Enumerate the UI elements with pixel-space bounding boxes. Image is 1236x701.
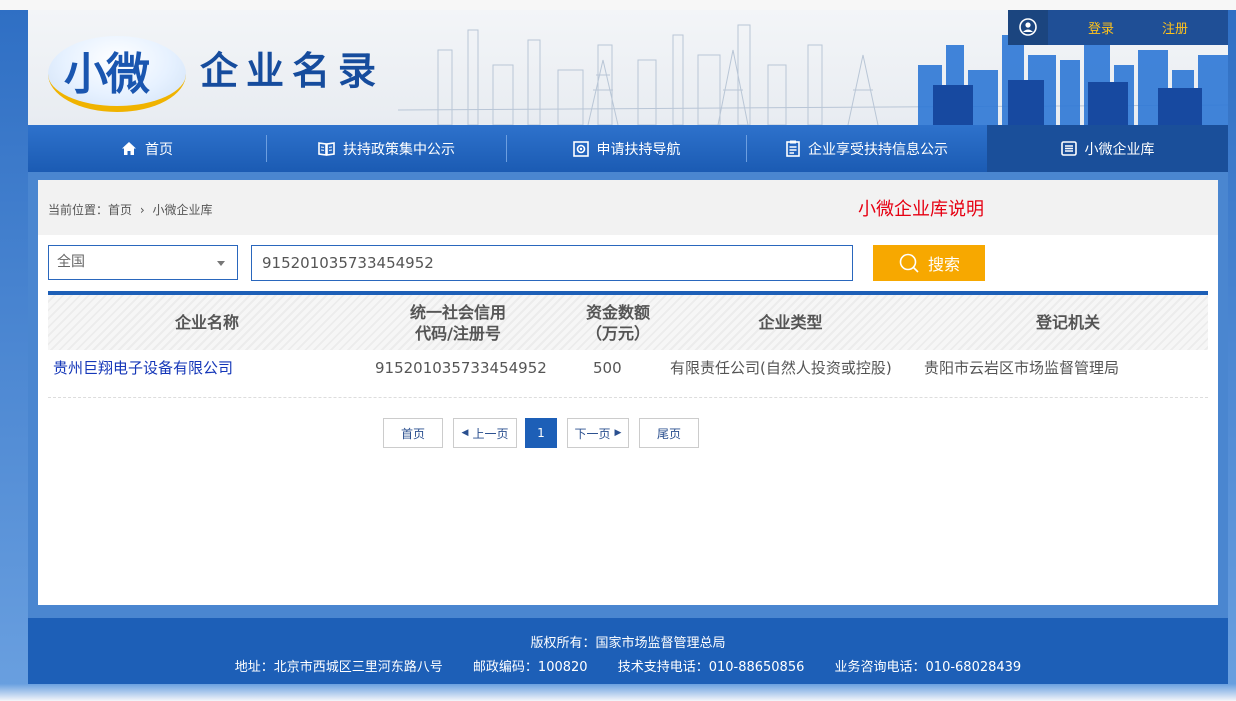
home-icon bbox=[122, 142, 136, 155]
pagination-current-page[interactable]: 1 bbox=[525, 418, 557, 448]
nav-item-policy[interactable]: 扶持政策集中公示 bbox=[267, 125, 506, 172]
search-icon bbox=[899, 253, 919, 273]
user-avatar-icon[interactable] bbox=[1008, 10, 1048, 45]
pagination-last-button[interactable]: 尾页 bbox=[639, 418, 699, 448]
footer-contact: 地址：北京市西城区三里河东路八号 邮政编码：100820 技术支持电话：010-… bbox=[28, 656, 1228, 675]
pagination-next-button[interactable]: 下一页 ▶ bbox=[567, 418, 629, 448]
nav-item-home[interactable]: 首页 bbox=[28, 125, 266, 172]
pagination-prev-label: 上一页 bbox=[472, 426, 509, 441]
main-content: 当前位置：首页 › 小微企业库 小微企业库说明 全国 搜索 企业名称 统一社会信… bbox=[38, 180, 1218, 605]
breadcrumb-bar: 当前位置：首页 › 小微企业库 小微企业库说明 bbox=[38, 180, 1218, 235]
nav-item-support-info[interactable]: 企业享受扶持信息公示 bbox=[747, 125, 987, 172]
column-header-type: 企业类型 bbox=[758, 313, 823, 332]
logo-title: 企业名录 bbox=[200, 49, 385, 93]
search-button[interactable]: 搜索 bbox=[873, 245, 985, 281]
page-bottom-strip bbox=[0, 684, 1236, 701]
navigation-icon bbox=[572, 140, 589, 157]
site-header: 小微 企业名录 登录 注册 bbox=[28, 10, 1228, 125]
pagination-next-label: 下一页 bbox=[574, 426, 611, 441]
footer-tech-phone: 技术支持电话：010-88650856 bbox=[617, 660, 805, 675]
register-link[interactable]: 注册 bbox=[1162, 18, 1188, 37]
caret-left-icon: ◀ bbox=[461, 428, 469, 438]
page-background-left bbox=[0, 10, 28, 700]
breadcrumb: 当前位置：首页 › 小微企业库 bbox=[48, 201, 213, 218]
pagination-last-label: 尾页 bbox=[656, 426, 681, 441]
book-icon bbox=[318, 141, 335, 156]
nav-label: 企业享受扶持信息公示 bbox=[808, 141, 948, 158]
column-header-name: 企业名称 bbox=[175, 313, 240, 332]
region-select[interactable]: 全国 bbox=[48, 245, 238, 280]
enterprise-type-cell: 有限责任公司(自然人投资或控股) bbox=[670, 359, 892, 377]
column-header-credit-code: 统一社会信用 代码/注册号 bbox=[373, 295, 543, 350]
column-header-credit-line1: 统一社会信用 bbox=[409, 302, 506, 322]
breadcrumb-separator-icon: › bbox=[139, 203, 145, 217]
column-header-authority: 登记机关 bbox=[1035, 313, 1100, 332]
column-header-capital: 资金数额 （万元） bbox=[563, 295, 673, 350]
nav-label: 小微企业库 bbox=[1084, 141, 1155, 158]
breadcrumb-prefix: 当前位置： bbox=[48, 203, 109, 217]
list-icon bbox=[1060, 141, 1077, 156]
nav-label: 首页 bbox=[145, 141, 173, 158]
breadcrumb-home-link[interactable]: 首页 bbox=[108, 203, 132, 217]
main-nav: 首页 扶持政策集中公示 申请扶持导航 企业享受扶持信息公示 小微企业库 bbox=[28, 125, 1228, 172]
table-row: 贵州巨翔电子设备有限公司 915201035733454952 500 有限责任… bbox=[48, 350, 1208, 398]
nav-label: 申请扶持导航 bbox=[596, 141, 681, 158]
registration-authority-cell: 贵阳市云岩区市场监督管理局 bbox=[924, 359, 1120, 377]
nav-item-apply-guide[interactable]: 申请扶持导航 bbox=[507, 125, 746, 172]
site-footer: 版权所有：国家市场监督管理总局 地址：北京市西城区三里河东路八号 邮政编码：10… bbox=[28, 618, 1228, 684]
table-header: 企业名称 统一社会信用 代码/注册号 资金数额 （万元） 企业类型 登记机关 bbox=[48, 295, 1208, 350]
capital-cell: 500 bbox=[593, 359, 622, 377]
footer-copyright: 版权所有：国家市场监督管理总局 bbox=[530, 636, 726, 651]
clipboard-icon bbox=[786, 140, 800, 157]
footer-address: 地址：北京市西城区三里河东路八号 bbox=[234, 660, 443, 675]
search-button-label: 搜索 bbox=[927, 257, 960, 274]
footer-postcode: 邮政编码：100820 bbox=[472, 660, 588, 675]
column-header-capital-line1: 资金数额 bbox=[585, 302, 650, 322]
footer-biz-phone: 业务咨询电话：010-68028439 bbox=[834, 660, 1022, 675]
nav-item-enterprise-db[interactable]: 小微企业库 bbox=[987, 125, 1228, 172]
search-input[interactable] bbox=[251, 245, 853, 281]
credit-code-cell: 915201035733454952 bbox=[375, 359, 547, 377]
column-header-credit-line2: 代码/注册号 bbox=[415, 323, 501, 343]
pagination-first-label: 首页 bbox=[400, 426, 425, 441]
auth-bar: 登录 注册 bbox=[1008, 10, 1228, 45]
page-background-right bbox=[1228, 10, 1236, 700]
chevron-down-icon bbox=[217, 261, 225, 266]
logo-mark[interactable]: 小微 bbox=[64, 38, 150, 102]
company-name-link[interactable]: 贵州巨翔电子设备有限公司 bbox=[53, 350, 233, 387]
login-link[interactable]: 登录 bbox=[1088, 18, 1114, 37]
caret-right-icon: ▶ bbox=[614, 428, 622, 438]
pagination-prev-button[interactable]: ◀ 上一页 bbox=[453, 418, 517, 448]
enterprise-db-explanation-link[interactable]: 小微企业库说明 bbox=[858, 195, 984, 221]
breadcrumb-current: 小微企业库 bbox=[152, 203, 213, 217]
column-header-capital-line2: （万元） bbox=[585, 323, 650, 343]
region-select-value: 全国 bbox=[57, 254, 85, 270]
pagination-first-button[interactable]: 首页 bbox=[383, 418, 443, 448]
nav-label: 扶持政策集中公示 bbox=[343, 141, 455, 158]
